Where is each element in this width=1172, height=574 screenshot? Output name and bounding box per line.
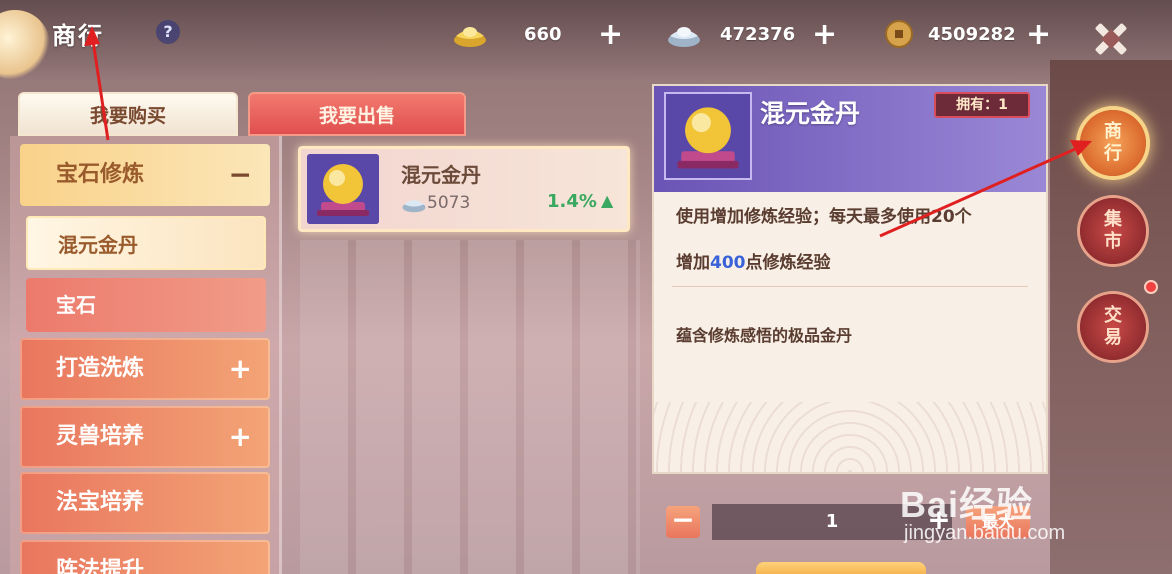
flavor-text: 蕴含修炼感悟的极品金丹 xyxy=(676,326,853,345)
category-label: 宝石修炼 xyxy=(56,162,145,187)
add-silver-button[interactable]: + xyxy=(812,20,837,50)
add-copper-button[interactable]: + xyxy=(1026,20,1051,50)
side-nav-market[interactable]: 集市 xyxy=(1080,198,1146,264)
side-nav-shop[interactable]: 商行 xyxy=(1080,110,1146,176)
subcategory-gem[interactable]: 宝石 xyxy=(26,278,266,332)
category-label: 法宝培养 xyxy=(56,490,145,515)
divider xyxy=(672,286,1028,287)
category-label: 灵兽培养 xyxy=(56,424,145,449)
quantity-decrease-button[interactable]: − xyxy=(666,506,700,538)
buy-button[interactable] xyxy=(756,562,926,574)
exp-amount: 400 xyxy=(710,253,746,273)
expand-icon: + xyxy=(228,420,252,453)
side-nav-trade[interactable]: 交易 xyxy=(1080,294,1146,360)
item-name: 混元金丹 xyxy=(401,163,481,187)
copper-coin-icon xyxy=(885,20,913,48)
owned-count-badge: 拥有：1 xyxy=(934,92,1030,118)
description-line-1: 使用增加修炼经验；每天最多使用20个 xyxy=(676,207,972,227)
silver-value: 472376 xyxy=(720,24,796,45)
item-price: 5073 xyxy=(427,193,471,213)
category-forging[interactable]: 打造洗炼 + xyxy=(20,338,270,400)
side-nav-label: 商行 xyxy=(1104,121,1122,164)
item-list: 混元金丹 5073 1.4% ▲ xyxy=(286,136,640,574)
item-change-percent: 1.4% xyxy=(547,191,597,212)
help-icon[interactable]: ? xyxy=(156,20,180,44)
category-gem-cultivation[interactable]: 宝石修炼 − xyxy=(20,144,270,206)
silver-ingot-icon xyxy=(668,27,700,47)
side-nav-label: 交易 xyxy=(1104,305,1122,348)
expand-icon: + xyxy=(228,352,252,385)
side-nav-label: 集市 xyxy=(1104,209,1122,252)
close-icon[interactable] xyxy=(1090,18,1132,60)
category-panel: 宝石修炼 − 混元金丹 宝石 打造洗炼 + 灵兽培养 + 法宝培养 阵法提升 xyxy=(10,136,282,574)
description-line-2: 增加400点修炼经验 xyxy=(676,248,831,273)
collapse-icon: − xyxy=(228,158,252,191)
description-text: 增加 xyxy=(676,253,710,273)
detail-header: 混元金丹 拥有：1 xyxy=(654,86,1046,192)
watermark-url: jingyan.baidu.com xyxy=(904,522,1066,544)
category-label: 打造洗炼 xyxy=(56,356,145,381)
golden-pill-icon xyxy=(664,92,752,180)
tab-sell[interactable]: 我要出售 xyxy=(248,92,466,136)
item-detail-panel: 混元金丹 拥有：1 使用增加修炼经验；每天最多使用20个 增加400点修炼经验 … xyxy=(652,84,1048,474)
category-formation-upgrade[interactable]: 阵法提升 xyxy=(20,540,270,574)
description-text: 点修炼经验 xyxy=(745,253,831,273)
category-treasure-training[interactable]: 法宝培养 xyxy=(20,472,270,534)
gold-ingot-icon xyxy=(454,27,486,47)
page-title: 商行 xyxy=(52,22,104,50)
notification-dot xyxy=(1144,280,1158,294)
list-item[interactable]: 混元金丹 5073 1.4% ▲ xyxy=(298,146,630,232)
golden-pill-icon xyxy=(307,154,379,224)
watermark-logo: Bai经验 xyxy=(900,484,1034,525)
gold-value: 660 xyxy=(524,24,562,45)
wave-pattern xyxy=(654,402,1046,472)
subcategory-hunyuan-jindan[interactable]: 混元金丹 xyxy=(26,216,266,270)
trend-up-icon: ▲ xyxy=(601,191,614,210)
category-pet-training[interactable]: 灵兽培养 + xyxy=(20,406,270,468)
detail-item-name: 混元金丹 xyxy=(760,99,861,128)
silver-ingot-icon xyxy=(402,200,426,213)
category-label: 阵法提升 xyxy=(56,558,145,574)
add-gold-button[interactable]: + xyxy=(598,20,623,50)
tab-buy[interactable]: 我要购买 xyxy=(18,92,238,136)
copper-value: 4509282 xyxy=(928,24,1016,45)
